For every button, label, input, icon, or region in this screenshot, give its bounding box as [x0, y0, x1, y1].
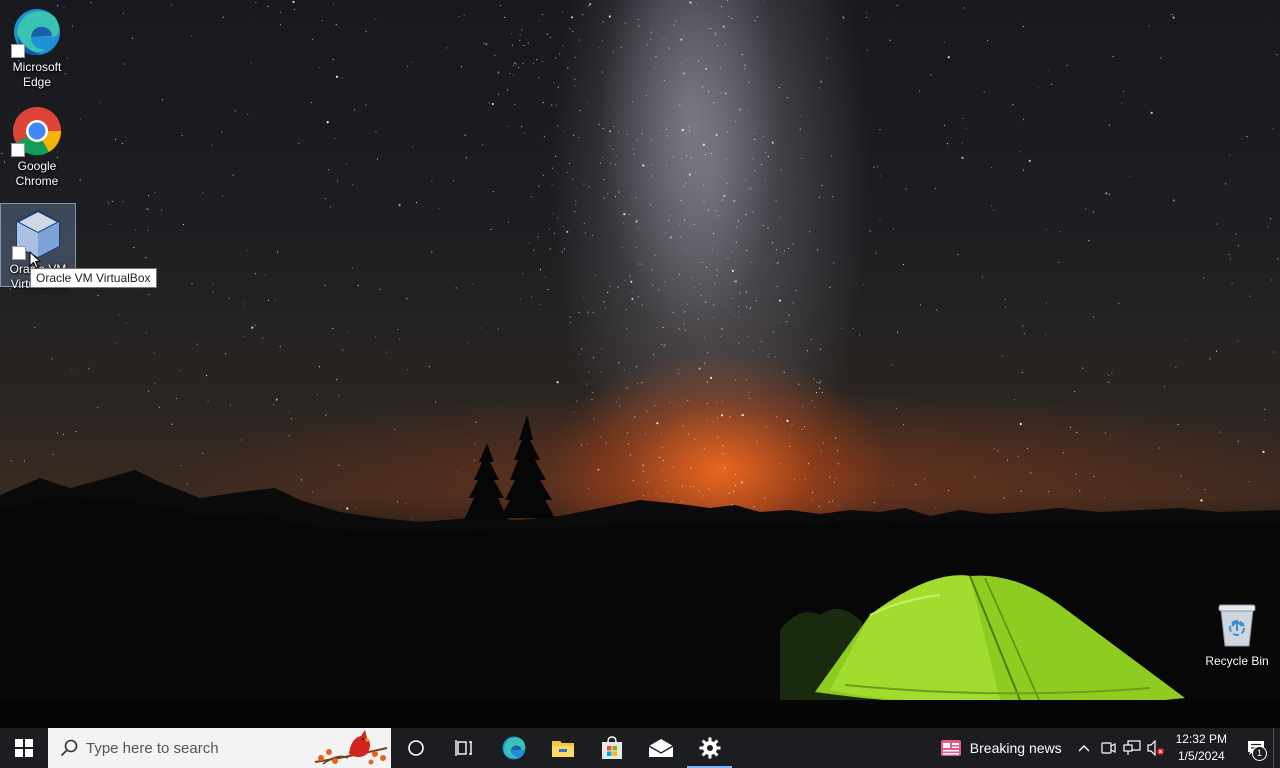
mouse-cursor-icon [29, 251, 41, 269]
settings-icon [699, 737, 720, 759]
desktop-icon-recycle-bin[interactable]: Recycle Bin [1201, 600, 1273, 668]
desktop-wallpaper [0, 0, 1280, 728]
taskbar-edge-button[interactable] [489, 728, 538, 768]
task-view-button[interactable] [440, 728, 489, 768]
search-highlight-cardinal-icon [314, 730, 388, 765]
start-button[interactable] [0, 728, 48, 768]
chevron-up-icon [1078, 745, 1090, 752]
desktop-icon-label: Edge [22, 75, 52, 89]
store-icon [601, 736, 622, 759]
shortcut-arrow-icon [11, 44, 25, 58]
shortcut-arrow-icon [11, 143, 25, 157]
taskbar-settings-button[interactable] [685, 728, 734, 768]
desktop-icon-label: Microsoft [12, 60, 62, 74]
edge-icon [502, 736, 525, 760]
taskbar-file-explorer-button[interactable] [538, 728, 587, 768]
news-icon [940, 740, 961, 756]
notification-count-badge: 1 [1252, 746, 1267, 761]
show-hidden-icons-button[interactable] [1072, 728, 1096, 768]
clock-time: 12:32 PM [1175, 732, 1227, 746]
taskbar-clock[interactable]: 12:32 PM 1/5/2024 [1168, 731, 1239, 765]
network-icon [1123, 740, 1141, 755]
tray-volume-button[interactable] [1144, 728, 1168, 768]
chrome-icon [11, 105, 63, 157]
volume-muted-icon [1147, 740, 1164, 756]
file-explorer-icon [551, 741, 574, 757]
windows-logo-icon [15, 739, 33, 757]
edge-icon [11, 6, 63, 58]
news-widget[interactable]: Breaking news [932, 739, 1072, 757]
cortana-icon [407, 740, 424, 756]
taskbar-store-button[interactable] [587, 728, 636, 768]
mountain-silhouette [0, 415, 1280, 728]
show-desktop-button[interactable] [1273, 728, 1280, 768]
cortana-button[interactable] [391, 728, 440, 768]
taskbar-mail-button[interactable] [636, 728, 685, 768]
desktop-icon-label: Google [17, 159, 57, 173]
search-placeholder: Type here to search [86, 739, 219, 757]
recycle-bin-label: Recycle Bin [1205, 654, 1269, 668]
news-headline: Breaking news [969, 740, 1062, 756]
recycle-bin-icon [1218, 604, 1256, 647]
taskbar-search-box[interactable]: Type here to search [48, 728, 391, 768]
tray-meet-now-button[interactable] [1096, 728, 1120, 768]
tray-network-button[interactable] [1120, 728, 1144, 768]
task-view-icon [454, 740, 472, 756]
shortcut-arrow-icon [12, 246, 26, 260]
mail-icon [648, 739, 673, 757]
clock-date: 1/5/2024 [1177, 749, 1225, 763]
desktop-icon-edge[interactable]: Microsoft Edge [0, 2, 74, 90]
desktop-icon-chrome[interactable]: Google Chrome [0, 101, 74, 189]
tooltip: Oracle VM VirtualBox [30, 268, 157, 288]
action-center-button[interactable]: 1 [1239, 728, 1273, 768]
system-tray: Breaking news 12:32 PM 1/5/2024 1 [932, 728, 1280, 768]
desktop-icon-label: Chrome [15, 174, 59, 188]
search-icon [60, 739, 78, 757]
meet-now-icon [1101, 742, 1116, 754]
taskbar: Type here to search Breaking news 12:32 … [0, 728, 1280, 768]
